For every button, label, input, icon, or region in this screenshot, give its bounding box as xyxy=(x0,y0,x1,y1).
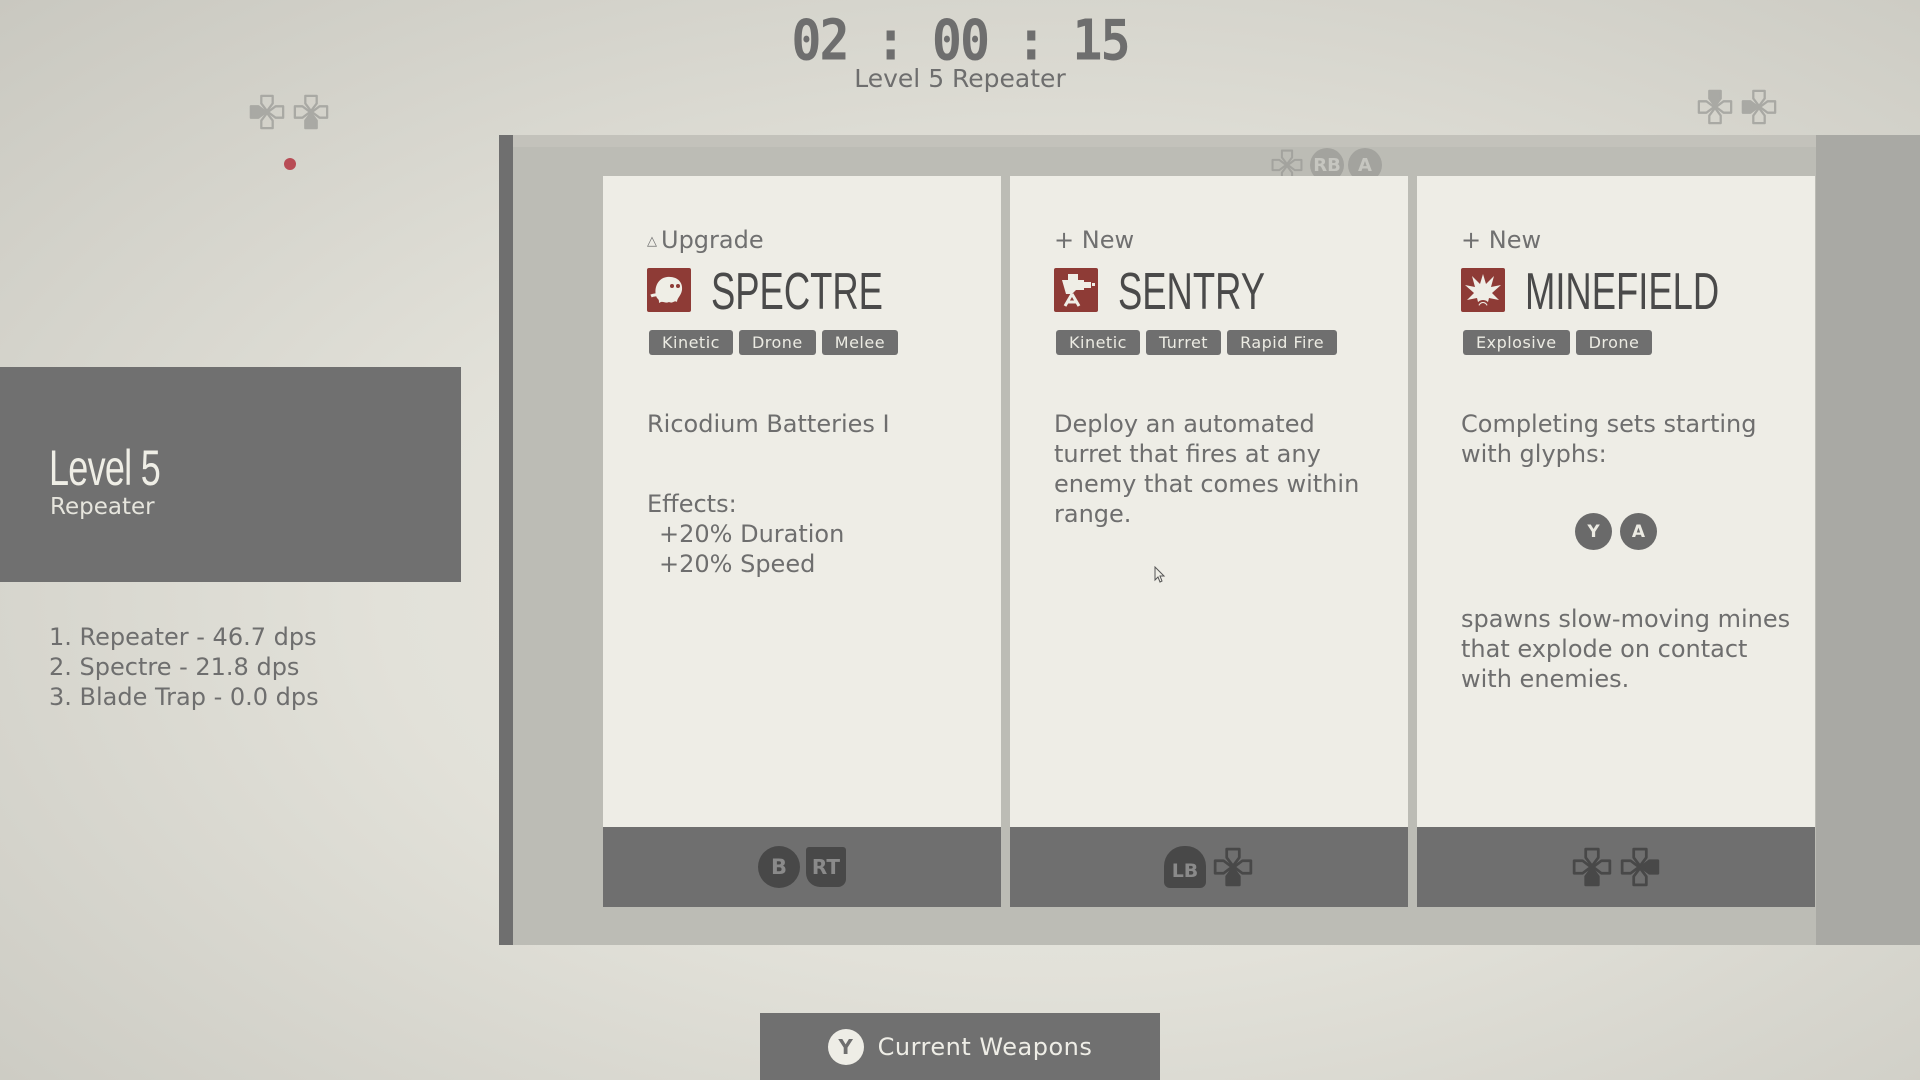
tag: Kinetic xyxy=(1056,330,1140,355)
card-kind: △ Upgrade xyxy=(647,226,764,254)
card-title: SENTRY xyxy=(1118,263,1265,321)
level-panel: Level 5 Repeater xyxy=(0,367,461,582)
lb-button-icon: LB xyxy=(1164,846,1206,888)
card-kind: + New xyxy=(1054,226,1135,254)
explosion-icon xyxy=(1461,268,1505,312)
tag: Melee xyxy=(821,330,899,355)
rt-button-icon: RT xyxy=(806,847,846,887)
frame-right-shade xyxy=(1816,135,1920,945)
tag: Rapid Fire xyxy=(1227,330,1338,355)
upgrade-card-sentry[interactable]: + New SENTRY Kinetic Turret Rapid Fire D… xyxy=(1010,176,1408,907)
ghost-icon xyxy=(647,268,691,312)
upgrade-card-spectre[interactable]: △ Upgrade SPECTRE Kinetic Drone Melee Ric… xyxy=(603,176,1001,907)
triangle-up-icon: △ xyxy=(647,233,657,249)
turret-icon xyxy=(1054,268,1098,312)
card-title: MINEFIELD xyxy=(1525,263,1720,321)
tag: Drone xyxy=(1575,330,1653,355)
card-footer[interactable]: B RT xyxy=(603,827,1001,907)
effects-block: Effects: +20% Duration +20% Speed xyxy=(647,489,844,579)
level-subtitle: Level 5 Repeater xyxy=(854,64,1066,93)
tag: Turret xyxy=(1145,330,1222,355)
dpad-down-icon xyxy=(1212,846,1254,888)
y-glyph-icon: Y xyxy=(1575,513,1612,550)
card-description: Completing sets starting with glyphs: xyxy=(1461,410,1757,468)
frame-left-bar xyxy=(499,135,513,945)
tag-list: Explosive Drone xyxy=(1463,330,1653,355)
mouse-cursor-icon xyxy=(1154,566,1166,583)
card-description: Deploy an automated turret that fires at… xyxy=(1054,410,1360,528)
y-button-icon: Y xyxy=(827,1028,864,1065)
indicator-dot xyxy=(284,158,296,170)
effects-label: Effects: xyxy=(647,490,737,518)
current-weapons-label: Current Weapons xyxy=(877,1032,1093,1061)
dps-list-item: 3. Blade Trap - 0.0 dps xyxy=(49,683,319,711)
card-kind: + New xyxy=(1461,226,1542,254)
tag-list: Kinetic Turret Rapid Fire xyxy=(1056,330,1338,355)
card-title: SPECTRE xyxy=(711,263,883,321)
tag: Kinetic xyxy=(649,330,733,355)
effect-item: +20% Duration xyxy=(659,520,845,548)
dps-list-item: 1. Repeater - 46.7 dps xyxy=(49,623,317,651)
dpad-left-icon xyxy=(1740,88,1778,126)
card-description: Ricodium Batteries I xyxy=(647,410,890,438)
dpad-right-icon xyxy=(1619,846,1661,888)
weapon-name: Repeater xyxy=(50,494,155,520)
upgrade-card-minefield[interactable]: + New MINEFIELD Explosive Drone Completi… xyxy=(1417,176,1815,907)
card-footer[interactable]: LB xyxy=(1010,827,1408,907)
dps-list: 1. Repeater - 46.7 dps 2. Spectre - 21.8… xyxy=(49,622,319,712)
dpad-down-icon xyxy=(1571,846,1613,888)
a-glyph-icon: A xyxy=(1620,513,1657,550)
tag: Drone xyxy=(738,330,816,355)
frame-top xyxy=(513,135,1920,147)
dpad-down-icon xyxy=(292,93,330,131)
b-button-icon: B xyxy=(758,846,800,888)
dpad-up-icon xyxy=(1696,88,1734,126)
card-description-continued: spawns slow-moving mines that explode on… xyxy=(1461,605,1791,693)
tag-list: Kinetic Drone Melee xyxy=(649,330,899,355)
card-footer[interactable] xyxy=(1417,827,1815,907)
effect-item: +20% Speed xyxy=(659,550,816,578)
current-weapons-button[interactable]: Y Current Weapons xyxy=(760,1013,1160,1080)
tag: Explosive xyxy=(1463,330,1570,355)
level-title: Level 5 xyxy=(49,440,161,496)
glyph-sequence: Y A xyxy=(1417,513,1815,550)
dpad-left-icon xyxy=(248,93,286,131)
dps-list-item: 2. Spectre - 21.8 dps xyxy=(49,653,300,681)
